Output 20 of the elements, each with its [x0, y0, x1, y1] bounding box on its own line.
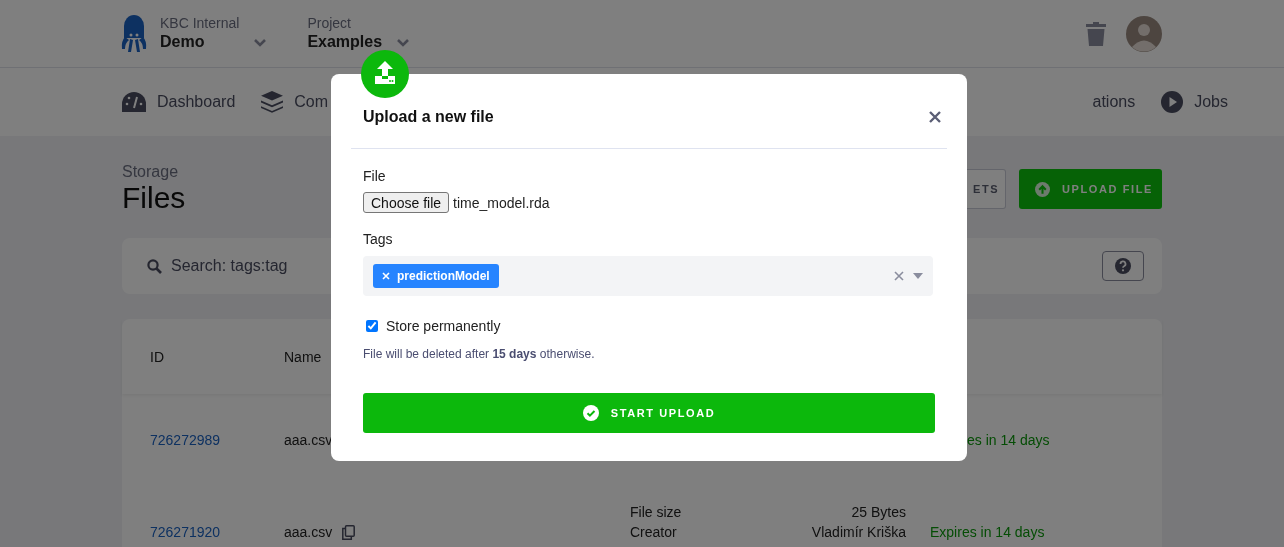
table-cell: aaa.csv: [284, 432, 333, 448]
field-label: Tags: [363, 230, 393, 248]
file-name: time_model.rda: [453, 194, 550, 211]
project-label: Project: [307, 15, 352, 32]
column-header: ID: [150, 348, 164, 365]
page-title: Files: [122, 181, 186, 215]
field-label: File: [363, 167, 386, 185]
detail-value: 25 Bytes: [851, 504, 906, 520]
dialog-title: Upload a new file: [363, 107, 494, 127]
expiry-status: es in 14 days: [966, 432, 1051, 448]
column-header: Name: [284, 348, 322, 365]
checkbox-label: Store permanently: [386, 318, 501, 334]
detail-label: File size: [630, 504, 682, 520]
org-label: KBC Internal: [160, 15, 240, 32]
detail-label: Creator: [630, 524, 677, 540]
hint-text: File will be deleted after 15 days otherwise.: [363, 346, 595, 362]
section-label: Storage: [122, 163, 179, 181]
detail-value: Vladimír Kriška: [811, 524, 906, 540]
expiry-status: Expires in 14 days: [929, 524, 1046, 540]
table-cell: aaa.csv: [284, 524, 333, 540]
